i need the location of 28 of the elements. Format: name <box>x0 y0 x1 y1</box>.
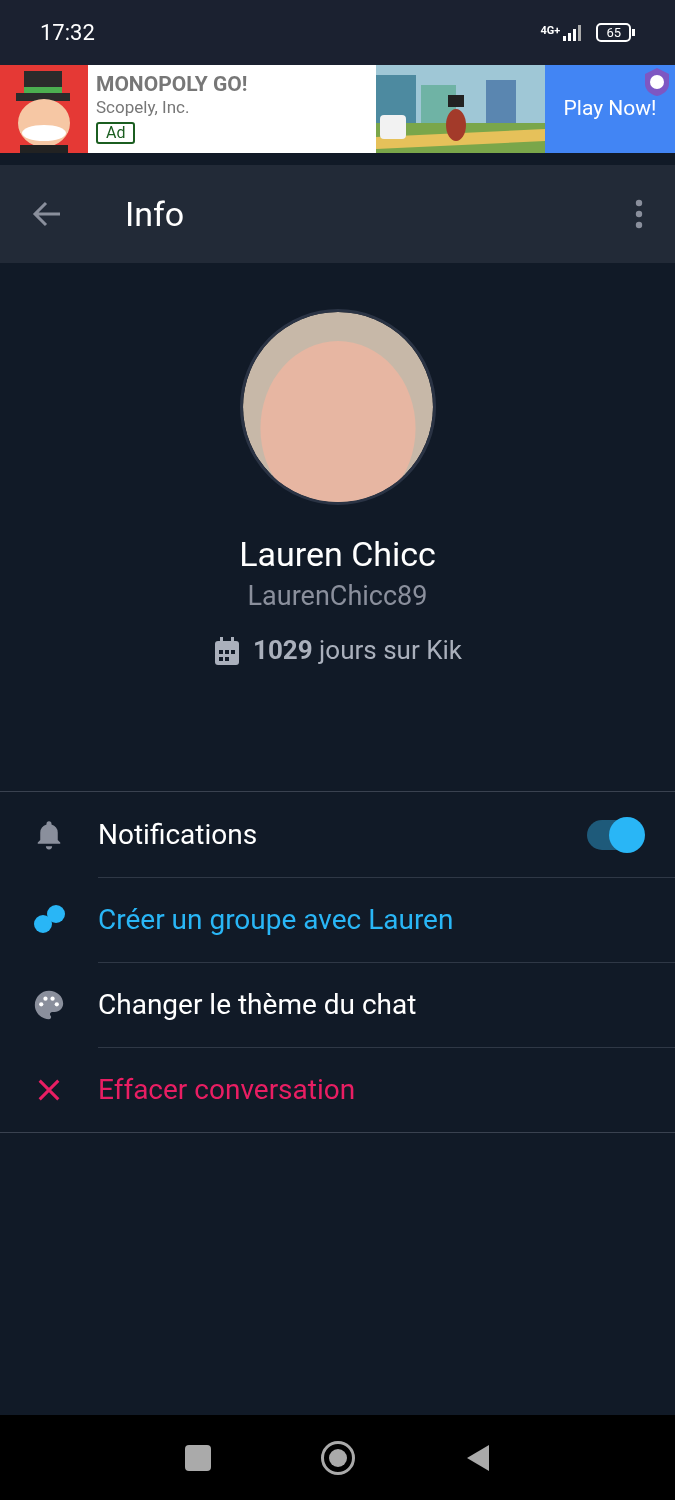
days-on-kik: 1029 jours sur Kik <box>253 634 462 668</box>
battery-indicator: 65 <box>596 23 631 42</box>
more-options-icon[interactable] <box>635 199 643 229</box>
ad-banner[interactable]: MONOPOLY GO! Scopely, Inc. Ad Play Now! <box>0 65 675 153</box>
settings-row[interactable]: Changer le thème du chat <box>0 962 675 1047</box>
row-label: Changer le thème du chat <box>98 987 418 1023</box>
home-button[interactable] <box>320 1440 355 1475</box>
settings-row[interactable]: Notifications <box>0 792 675 877</box>
row-label: Effacer conversation <box>98 1072 357 1108</box>
back-arrow-icon[interactable] <box>32 201 62 227</box>
row-label: Créer un groupe avec Lauren <box>98 902 455 938</box>
ad-title: MONOPOLY GO! <box>96 71 249 98</box>
settings-row[interactable]: Effacer conversation <box>0 1047 675 1132</box>
ad-publisher: Scopely, Inc. <box>96 97 191 119</box>
calendar-icon <box>213 635 241 666</box>
notifications-switch[interactable] <box>587 819 643 850</box>
network-label: 4G+ <box>540 24 561 36</box>
ad-badge: Ad <box>96 121 136 144</box>
circles-icon <box>32 903 66 936</box>
row-label: Notifications <box>98 816 259 853</box>
status-time: 17:32 <box>40 19 95 47</box>
profile-name: Lauren Chicc <box>239 533 436 576</box>
toolbar-title: Info <box>125 192 186 236</box>
play-now-button[interactable]: Play Now! <box>545 65 675 153</box>
settings-row[interactable]: Créer un groupe avec Lauren <box>0 877 675 962</box>
profile-username: LaurenChicc89 <box>247 579 428 614</box>
ad-choices-icon <box>643 67 671 97</box>
recent-apps-button[interactable] <box>184 1444 211 1471</box>
